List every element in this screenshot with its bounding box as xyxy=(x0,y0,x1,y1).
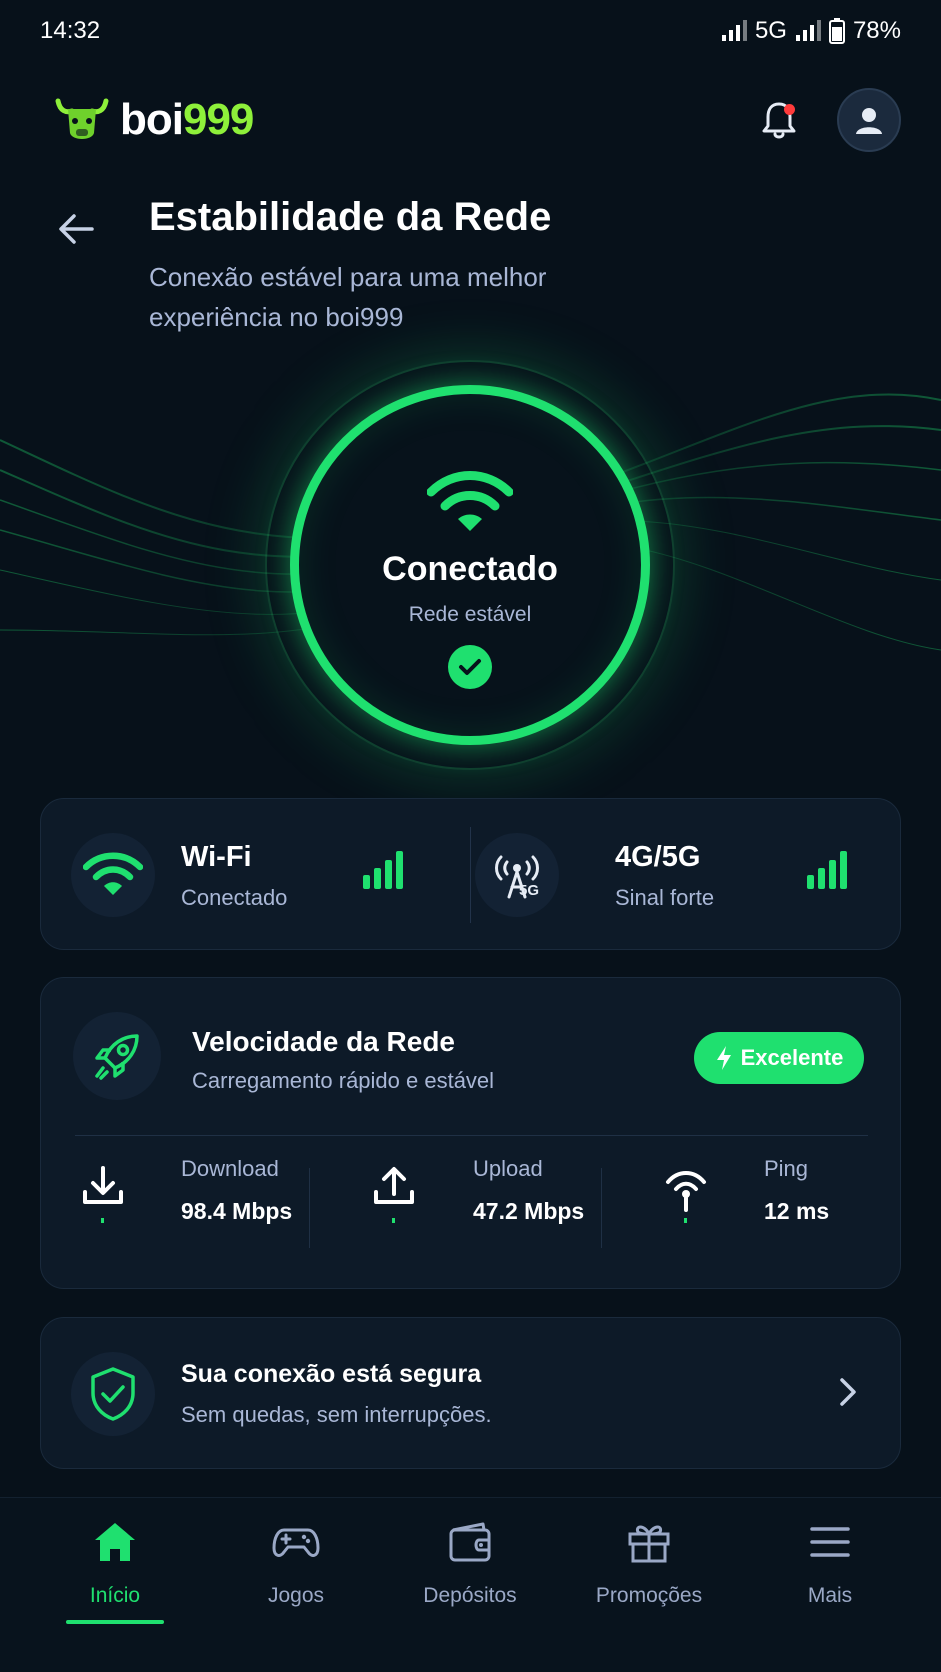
mobile-connection[interactable]: 5G 4G/5G Sinal forte xyxy=(471,799,901,951)
connection-detail: Rede estável xyxy=(408,603,532,626)
upload-icon xyxy=(374,1167,414,1223)
page-title: Estabilidade da Rede xyxy=(149,195,552,239)
speed-title: Velocidade da Rede xyxy=(192,1026,455,1057)
battery-level: 78% xyxy=(852,17,901,44)
wifi-status: Conectado xyxy=(181,885,288,910)
home-icon xyxy=(95,1523,135,1561)
back-arrow-icon[interactable] xyxy=(54,207,98,251)
speed-subtitle: Carregamento rápido e estável xyxy=(192,1068,495,1093)
security-title: Sua conexão está segura xyxy=(181,1360,482,1388)
menu-icon xyxy=(810,1527,850,1557)
user-icon xyxy=(856,108,882,134)
wifi-icon xyxy=(427,471,513,531)
battery-icon xyxy=(828,18,845,44)
wifi-connection[interactable]: Wi-Fi Conectado xyxy=(41,799,471,951)
upload-metric: Upload 47.2 Mbps xyxy=(372,1156,632,1266)
status-bar: 14:32 5G 78% xyxy=(0,0,941,62)
gift-icon xyxy=(628,1525,670,1563)
check-icon xyxy=(448,645,492,689)
logo-text-999: 999 xyxy=(182,95,254,144)
upload-value: 47.2 Mbps xyxy=(473,1198,585,1224)
header-actions xyxy=(753,88,901,152)
download-value: 98.4 Mbps xyxy=(181,1198,293,1224)
security-subtitle: Sem quedas, sem interrupções. xyxy=(181,1402,492,1427)
cell-tower-5g-icon: 5G xyxy=(475,833,559,917)
ping-icon xyxy=(666,1171,706,1223)
logo-text: boi999 xyxy=(120,95,254,145)
chevron-right-icon[interactable] xyxy=(836,1374,860,1410)
signal-icon xyxy=(721,20,747,41)
logo-text-boi: boi xyxy=(120,95,184,144)
shield-check-icon xyxy=(71,1352,155,1436)
divider xyxy=(601,1168,602,1248)
wifi-title: Wi-Fi xyxy=(181,841,252,873)
wifi-icon xyxy=(71,833,155,917)
status-time: 14:32 xyxy=(40,17,101,44)
connection-status-ring: Conectado Rede estável xyxy=(265,360,675,770)
ping-value: 12 ms xyxy=(764,1198,830,1224)
network-type: 5G xyxy=(754,17,787,44)
profile-avatar[interactable] xyxy=(837,88,901,152)
connection-status: Conectado xyxy=(382,550,558,588)
active-indicator xyxy=(66,1620,164,1624)
download-metric: Download 98.4 Mbps xyxy=(81,1156,341,1266)
gamepad-icon xyxy=(272,1528,320,1557)
download-label: Download xyxy=(181,1156,279,1181)
nav-item-depositos[interactable]: Depósitos xyxy=(390,1498,550,1628)
mobile-status: Sinal forte xyxy=(615,885,715,910)
nav-item-mais[interactable]: Mais xyxy=(750,1498,910,1628)
signal-bars-icon xyxy=(807,851,847,889)
nav-item-promocoes[interactable]: Promoções xyxy=(569,1498,729,1628)
download-icon xyxy=(83,1166,123,1223)
page-subtitle: Conexão estável para uma melhor experiên… xyxy=(149,262,547,332)
speed-quality-badge: Excelente xyxy=(694,1032,864,1084)
wallet-icon xyxy=(449,1522,491,1562)
upload-label: Upload xyxy=(473,1156,543,1181)
bolt-icon xyxy=(716,1046,731,1070)
tower-5g-label: 5G xyxy=(519,882,539,899)
nav-label: Início xyxy=(89,1584,141,1607)
nav-label: Depósitos xyxy=(423,1584,517,1607)
bull-logo-icon xyxy=(55,98,109,139)
mobile-title: 4G/5G xyxy=(615,841,701,873)
rocket-icon xyxy=(73,1012,161,1100)
network-speed-card: Velocidade da Rede Carregamento rápido e… xyxy=(40,977,901,1289)
nav-label: Promoções xyxy=(595,1584,703,1607)
divider xyxy=(75,1135,868,1136)
nav-item-inicio[interactable]: Início xyxy=(35,1498,195,1628)
ping-metric: Ping 12 ms xyxy=(664,1156,924,1266)
bottom-navigation: Início Jogos Depósitos Promoções Mais xyxy=(0,1497,941,1672)
badge-label: Excelente xyxy=(740,1045,844,1070)
ping-label: Ping xyxy=(764,1156,809,1181)
app-logo[interactable]: boi999 xyxy=(54,95,254,145)
security-card[interactable]: Sua conexão está segura Sem quedas, sem … xyxy=(40,1317,901,1469)
signal-icon xyxy=(795,20,821,41)
connections-card: Wi-Fi Conectado 5G 4G/5G Sinal forte xyxy=(40,798,901,950)
divider xyxy=(309,1168,310,1248)
signal-bars-icon xyxy=(363,851,403,889)
nav-item-jogos[interactable]: Jogos xyxy=(216,1498,376,1628)
notifications-button[interactable] xyxy=(753,94,805,146)
app-header: boi999 xyxy=(0,80,941,160)
status-indicators: 5G 78% xyxy=(721,17,901,45)
nav-label: Mais xyxy=(807,1584,853,1607)
nav-label: Jogos xyxy=(267,1584,325,1607)
notification-dot xyxy=(784,104,795,115)
